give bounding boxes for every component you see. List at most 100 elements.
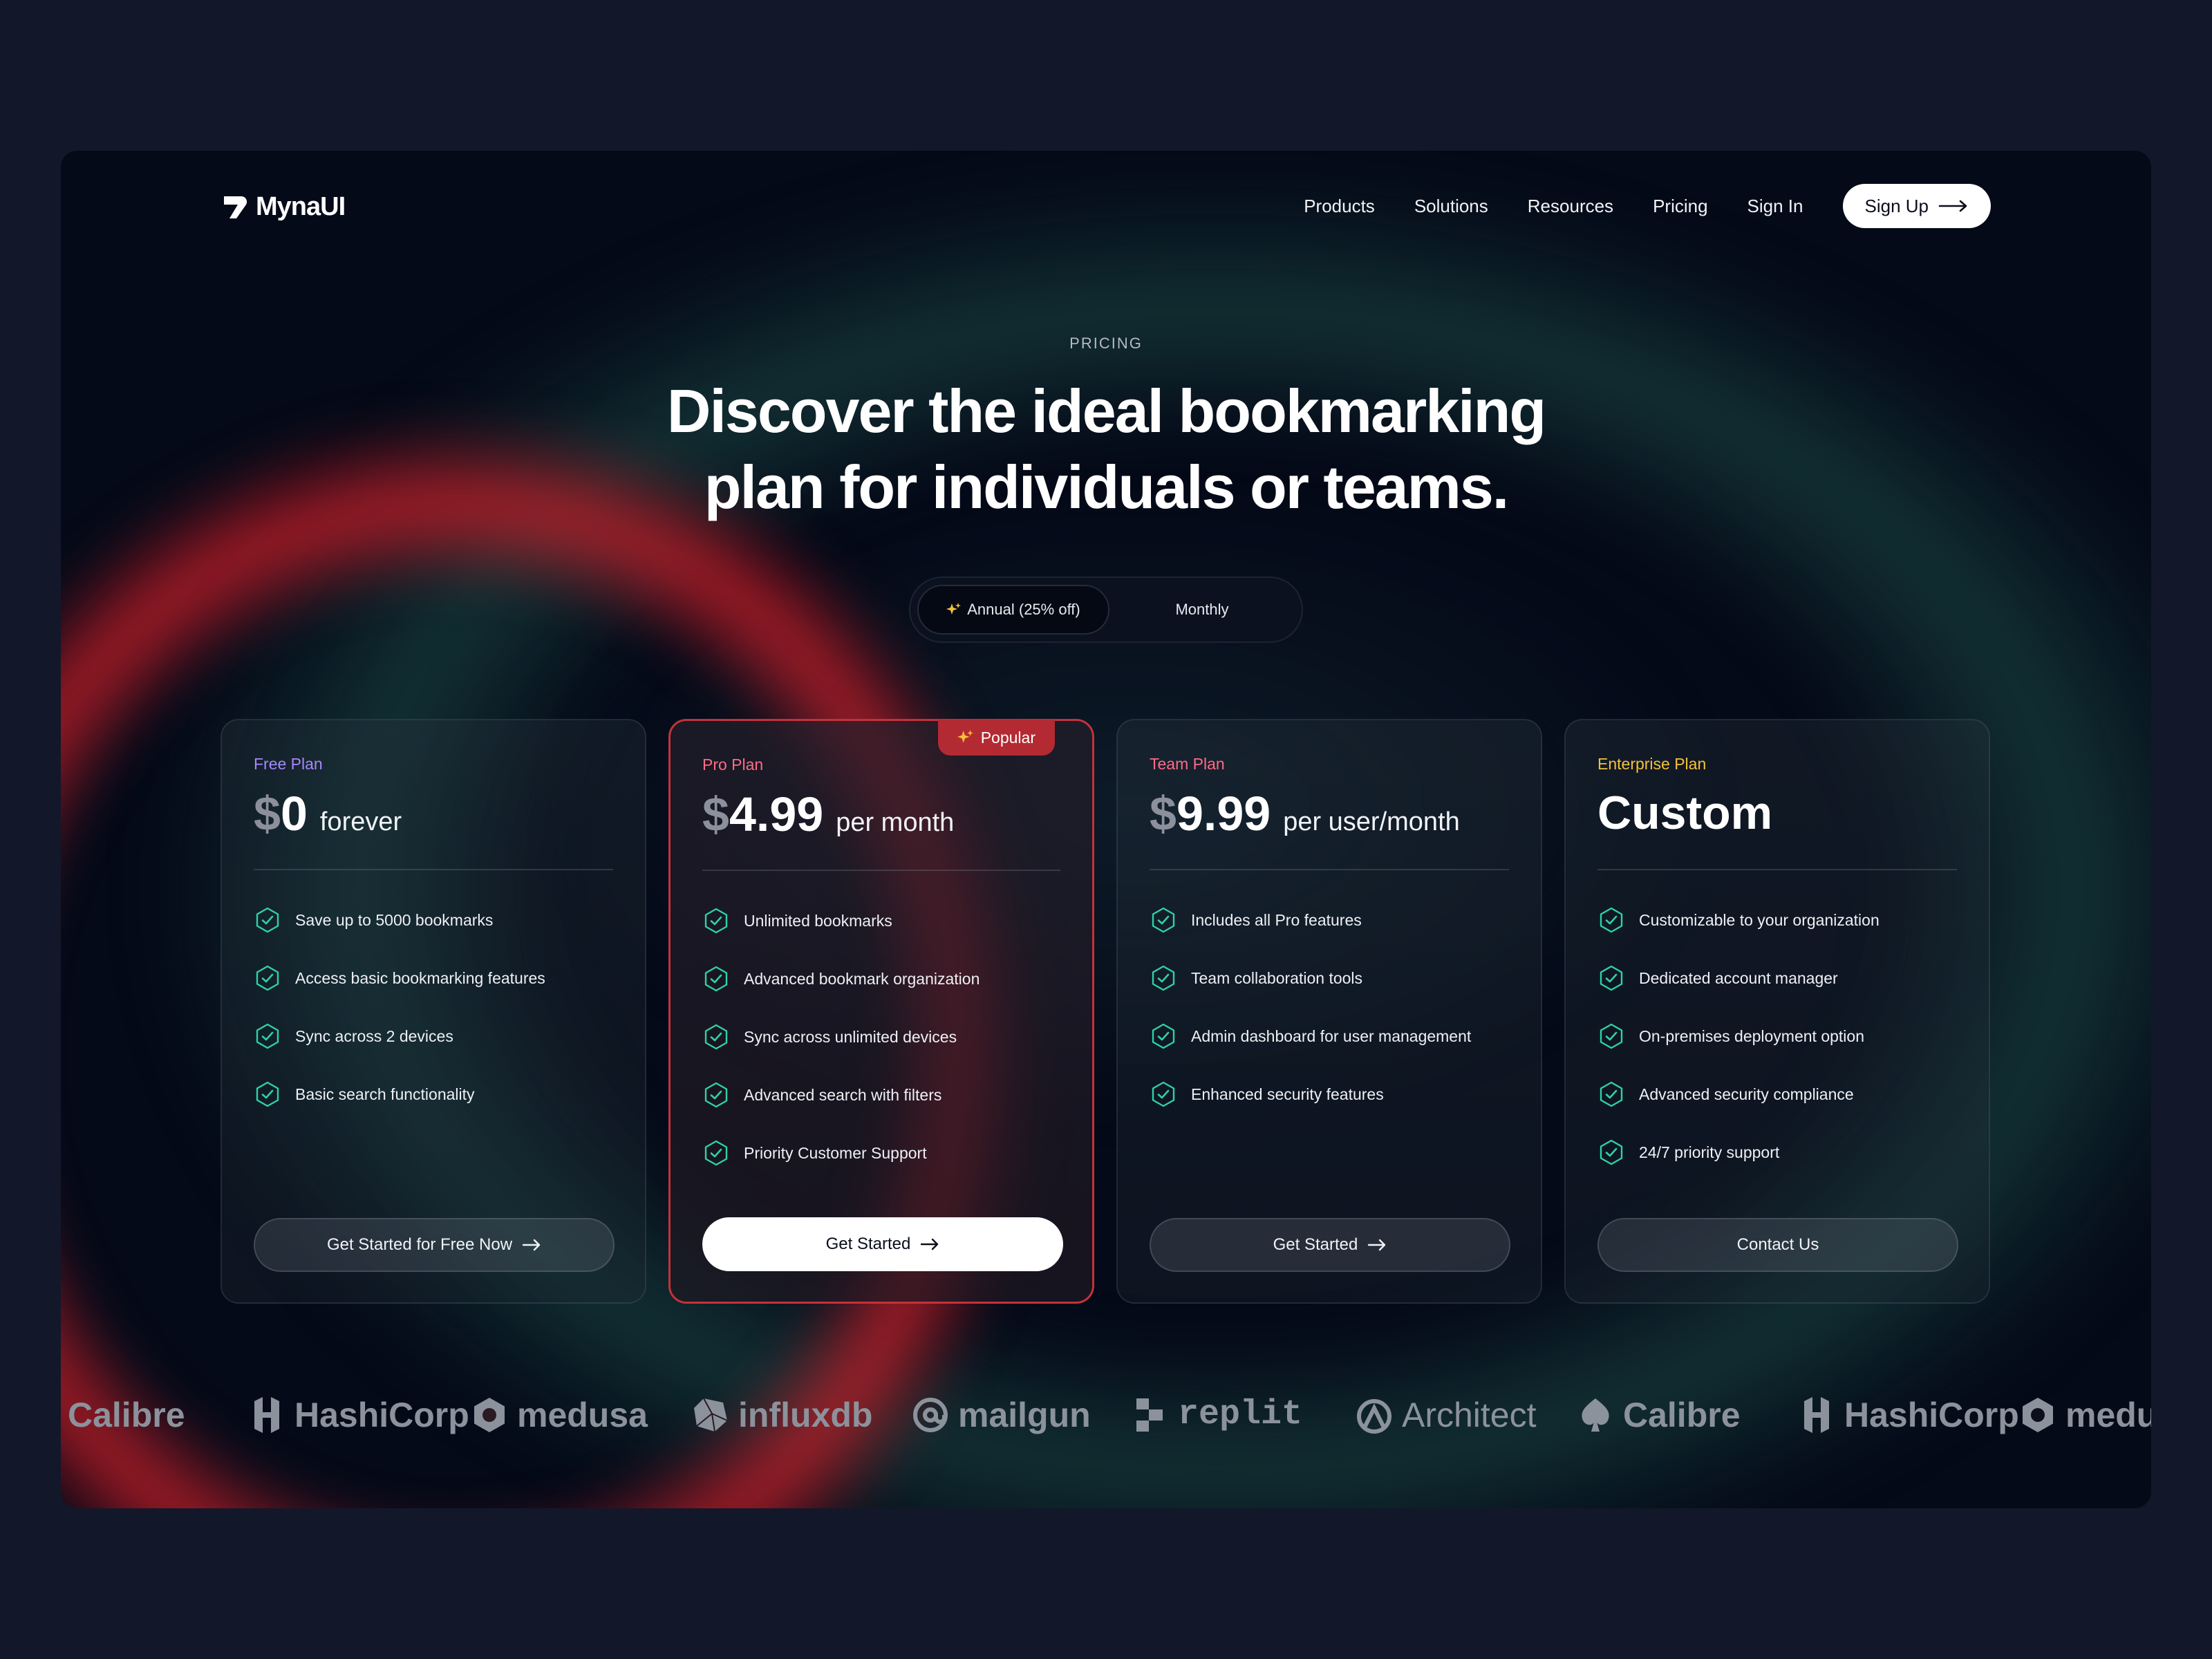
medusa-icon — [2023, 1398, 2053, 1432]
price-row: $9.99 per user/month — [1150, 786, 1509, 844]
sparkles-icon — [957, 730, 973, 743]
page-title: Discover the ideal bookmarking plan for … — [61, 373, 2151, 525]
sparkles-icon — [946, 603, 962, 615]
contact-us-button[interactable]: Contact Us — [1597, 1218, 1958, 1272]
price-row: $0 forever — [254, 786, 613, 844]
feature-text: On-premises deployment option — [1639, 1027, 1864, 1045]
nav-solutions[interactable]: Solutions — [1414, 196, 1488, 217]
feature-item: Enhanced security features — [1150, 1065, 1509, 1123]
feature-item: Basic search functionality — [254, 1065, 613, 1123]
arrow-right-icon — [1368, 1239, 1386, 1251]
toggle-annual[interactable]: Annual (25% off) — [917, 585, 1109, 635]
logo-hashicorp-2: HashiCorp — [1797, 1395, 2019, 1435]
feature-text: Access basic bookmarking features — [295, 968, 545, 987]
logo-label: HashiCorp — [1844, 1396, 2019, 1434]
logo-label: Calibre — [1623, 1396, 1741, 1434]
check-badge-icon — [1600, 907, 1623, 933]
logo-hashicorp: HashiCorp — [247, 1395, 469, 1435]
check-badge-icon — [704, 966, 728, 992]
logo-label: replit — [1178, 1395, 1303, 1434]
check-badge-icon — [1152, 907, 1175, 933]
get-started-pro-button[interactable]: Get Started — [702, 1217, 1063, 1271]
feature-text: Save up to 5000 bookmarks — [295, 910, 494, 929]
feature-item: Unlimited bookmarks — [702, 892, 1060, 950]
logo-medusa: medusa — [470, 1395, 648, 1435]
architect-icon — [1357, 1399, 1391, 1434]
check-badge-icon — [704, 1024, 728, 1050]
get-started-team-button[interactable]: Get Started — [1150, 1218, 1510, 1272]
plan-card-enterprise: Enterprise Plan Custom Customizable to y… — [1564, 719, 1990, 1304]
arrow-right-icon — [1938, 200, 1967, 212]
nav-products[interactable]: Products — [1304, 196, 1375, 217]
toggle-monthly-label: Monthly — [1175, 601, 1229, 618]
cta-label: Get Started — [825, 1235, 911, 1253]
feature-text: Customizable to your organization — [1639, 910, 1880, 929]
feature-item: Advanced bookmark organization — [702, 950, 1060, 1008]
price: $0 — [254, 786, 308, 841]
check-badge-icon — [256, 1023, 279, 1049]
brand-name: MynaUI — [256, 192, 346, 221]
logo-influxdb: influxdb — [691, 1395, 872, 1435]
logo-label: influxdb — [738, 1396, 873, 1434]
sign-up-button[interactable]: Sign Up — [1842, 184, 1991, 228]
feature-item: Advanced security compliance — [1597, 1065, 1957, 1123]
logo-mailgun: mailgun — [911, 1395, 1091, 1435]
feature-item: Customizable to your organization — [1597, 891, 1957, 949]
brand-logo[interactable]: MynaUI — [221, 192, 346, 222]
check-badge-icon — [704, 1082, 728, 1108]
hashicorp-icon — [1804, 1397, 1829, 1433]
feature-text: Advanced bookmark organization — [744, 969, 980, 988]
check-badge-icon — [1600, 1023, 1623, 1049]
nav-pricing[interactable]: Pricing — [1653, 196, 1707, 217]
logo-icon — [224, 196, 247, 218]
feature-item: Team collaboration tools — [1150, 949, 1509, 1007]
feature-text: Basic search functionality — [295, 1085, 475, 1103]
currency-symbol: $ — [254, 787, 281, 841]
badge-label: Popular — [980, 728, 1035, 747]
custom-price: Custom — [1597, 787, 1773, 839]
feature-item: On-premises deployment option — [1597, 1007, 1957, 1065]
check-badge-icon — [1600, 1081, 1623, 1107]
feature-item: Sync across 2 devices — [254, 1007, 613, 1065]
feature-text: Advanced search with filters — [744, 1085, 942, 1104]
plan-name: Free Plan — [254, 755, 323, 773]
toggle-monthly[interactable]: Monthly — [1109, 585, 1295, 635]
top-nav: MynaUI Products Solutions Resources Pric… — [61, 151, 2151, 261]
page-frame: MynaUI Products Solutions Resources Pric… — [61, 151, 2151, 1508]
get-started-free-button[interactable]: Get Started for Free Now — [254, 1218, 615, 1272]
check-badge-icon — [1152, 965, 1175, 991]
medusa-icon — [474, 1398, 505, 1432]
feature-item: Advanced search with filters — [702, 1066, 1060, 1124]
currency-symbol: $ — [702, 787, 729, 841]
price: $9.99 — [1150, 786, 1271, 841]
feature-text: Advanced security compliance — [1639, 1085, 1854, 1103]
check-badge-icon — [256, 965, 279, 991]
price-amount: 4.99 — [729, 787, 824, 841]
section-eyebrow: PRICING — [1069, 335, 1143, 352]
check-badge-icon — [1600, 965, 1623, 991]
logo-architect: Architect — [1355, 1395, 1537, 1435]
plan-card-pro: Popular Pro Plan $4.99 per month Unlimit… — [668, 719, 1094, 1304]
toggle-annual-label: Annual (25% off) — [967, 601, 1080, 618]
cta-label: Get Started — [1273, 1235, 1358, 1254]
feature-text: Unlimited bookmarks — [744, 911, 892, 930]
logo-label: Architect — [1402, 1396, 1537, 1434]
logo-calibre-2: Calibre — [1576, 1395, 1741, 1435]
headline-line-1: Discover the ideal bookmarking — [666, 377, 1546, 445]
price-period: per user/month — [1283, 807, 1460, 836]
price: $4.99 — [702, 787, 823, 842]
feature-text: Includes all Pro features — [1191, 910, 1362, 929]
check-badge-icon — [256, 907, 279, 933]
cta-label: Get Started for Free Now — [326, 1235, 513, 1254]
hashicorp-icon — [254, 1397, 279, 1433]
divider — [1597, 869, 1957, 870]
price-period: forever — [319, 807, 402, 836]
feature-item: 24/7 priority support — [1597, 1123, 1957, 1181]
logo-calibre: Calibre — [68, 1395, 185, 1435]
check-badge-icon — [1152, 1023, 1175, 1049]
feature-item: Includes all Pro features — [1150, 891, 1509, 949]
nav-sign-in[interactable]: Sign In — [1747, 196, 1803, 217]
feature-item: Access basic bookmarking features — [254, 949, 613, 1007]
pricing-cards: Free Plan $0 forever Save up to 5000 boo… — [221, 719, 1991, 1304]
nav-resources[interactable]: Resources — [1528, 196, 1613, 217]
